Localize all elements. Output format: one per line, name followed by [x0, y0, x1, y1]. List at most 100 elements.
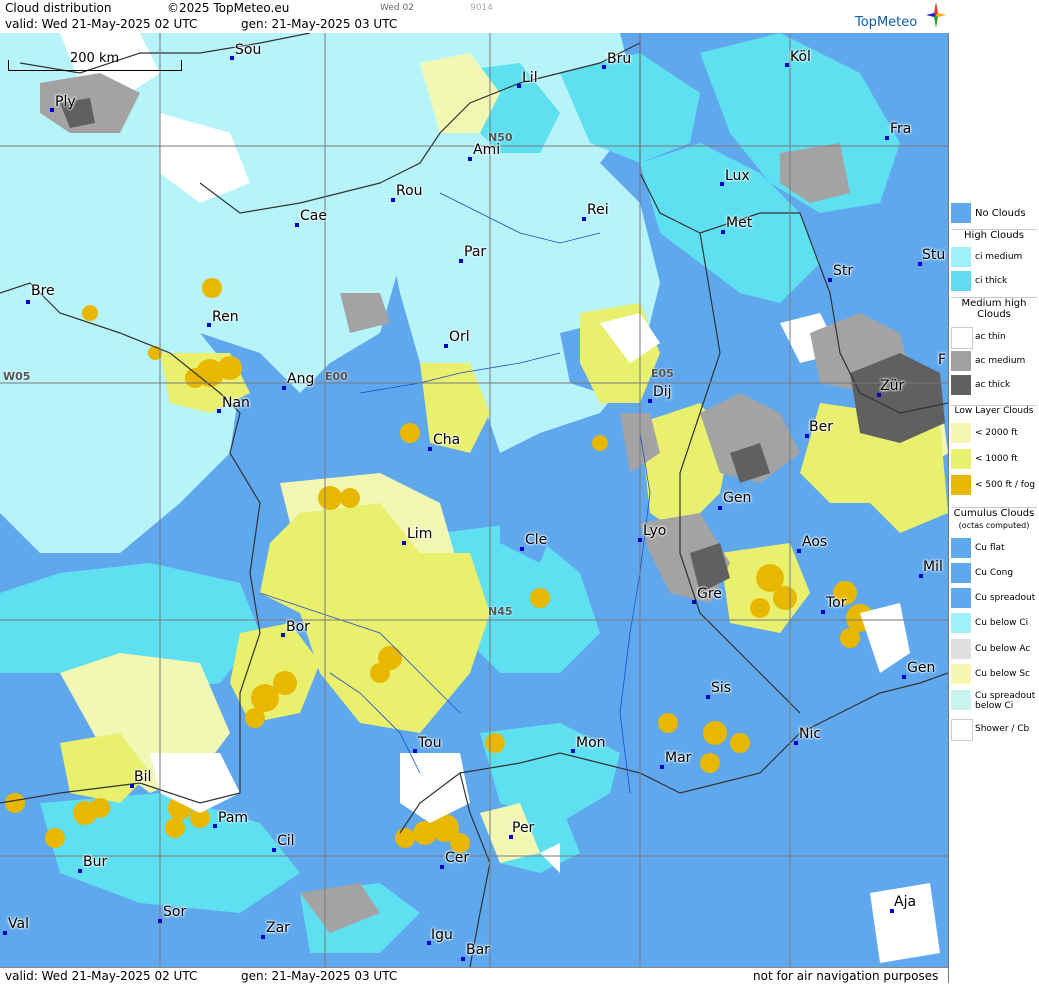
city-marker [720, 182, 724, 186]
legend-ac-medium: ac medium [951, 351, 1038, 373]
city-marker [468, 157, 472, 161]
legend-panel: No Clouds High Clouds ci medium ci thick… [948, 33, 1039, 983]
city-marker [602, 65, 606, 69]
legend-label: Cu below Ac [975, 644, 1031, 654]
legend-cu-spreadout: Cu spreadout [951, 588, 1038, 610]
city-bar[interactable]: Bar [466, 942, 490, 958]
cloud-map[interactable]: 200 km N50 N45 W05 E00 E05 Sou Ply Lil B… [0, 33, 948, 967]
city-bil[interactable]: Bil [134, 769, 151, 785]
legend-lt2000: < 2000 ft [951, 423, 1038, 445]
grid-label-n45: N45 [488, 605, 513, 618]
city-gen2[interactable]: Gen [907, 660, 935, 676]
swatch-cu-spread-below-ci [951, 690, 971, 710]
city-ren[interactable]: Ren [212, 309, 239, 325]
city-cae[interactable]: Cae [300, 208, 327, 224]
city-mil[interactable]: Mil [923, 559, 943, 575]
city-marker [459, 259, 463, 263]
city-f[interactable]: F [938, 352, 946, 368]
city-ang[interactable]: Ang [287, 371, 314, 387]
city-zur[interactable]: Zür [880, 378, 904, 394]
city-aja[interactable]: Aja [894, 894, 916, 910]
legend-no-clouds: No Clouds [951, 203, 1038, 225]
city-rei[interactable]: Rei [587, 202, 609, 218]
legend-label: Cu spreadout [975, 593, 1036, 603]
city-val[interactable]: Val [8, 916, 29, 932]
legend-shower-cb: Shower / Cb [951, 719, 1038, 741]
grid-label-e05: E05 [651, 367, 674, 380]
city-gre[interactable]: Gre [697, 586, 722, 602]
city-marker [444, 344, 448, 348]
city-marker [571, 749, 575, 753]
city-ami[interactable]: Ami [473, 142, 500, 158]
city-stu[interactable]: Stu [922, 247, 945, 263]
footer-valid-time: valid: Wed 21-May-2025 02 UTC [5, 969, 198, 983]
city-marker [391, 198, 395, 202]
legend-label: Shower / Cb [975, 724, 1030, 734]
city-igu[interactable]: Igu [431, 927, 453, 943]
city-nic[interactable]: Nic [799, 726, 821, 742]
city-marker [797, 549, 801, 553]
city-zar[interactable]: Zar [266, 920, 290, 936]
city-lyo[interactable]: Lyo [643, 523, 666, 539]
legend-section-cumulus: Cumulus Clouds [951, 507, 1037, 519]
city-marker [692, 600, 696, 604]
city-marker [413, 749, 417, 753]
city-lux[interactable]: Lux [725, 168, 750, 184]
city-marker [706, 695, 710, 699]
city-mon[interactable]: Mon [576, 735, 606, 751]
city-bru[interactable]: Bru [607, 51, 631, 67]
city-gen[interactable]: Gen [723, 490, 751, 506]
city-cer[interactable]: Cer [445, 850, 469, 866]
city-lim[interactable]: Lim [407, 526, 432, 542]
city-aos[interactable]: Aos [802, 534, 827, 550]
legend-ac-thin: ac thin [951, 327, 1038, 349]
legend-label: ac thin [975, 332, 1006, 342]
city-marker [158, 919, 162, 923]
city-pam[interactable]: Pam [218, 810, 248, 826]
swatch-lt1000 [951, 449, 971, 469]
city-ber[interactable]: Ber [809, 419, 833, 435]
legend-ci-medium: ci medium [951, 247, 1038, 269]
city-tou[interactable]: Tou [418, 735, 442, 751]
city-marker [230, 56, 234, 60]
city-sou[interactable]: Sou [235, 42, 261, 58]
city-ply[interactable]: Ply [55, 94, 76, 110]
city-bre[interactable]: Bre [31, 283, 55, 299]
disclaimer: not for air navigation purposes [753, 969, 939, 983]
city-cil[interactable]: Cil [277, 833, 295, 849]
city-bur[interactable]: Bur [83, 854, 107, 870]
city-cha[interactable]: Cha [433, 432, 460, 448]
city-par[interactable]: Par [464, 244, 486, 260]
swatch-cu-spreadout [951, 588, 971, 608]
city-kol[interactable]: Köl [790, 49, 811, 65]
legend-label: < 500 ft / fog [975, 480, 1036, 490]
scale-label: 200 km [70, 51, 120, 66]
legend-cu-flat: Cu flat [951, 538, 1038, 560]
legend-label: Cu spreadout below Ci [975, 691, 1036, 711]
swatch-ac-thick [951, 375, 971, 395]
city-str[interactable]: Str [833, 263, 853, 279]
city-cle[interactable]: Cle [525, 532, 547, 548]
swatch-ac-medium [951, 351, 971, 371]
city-mar[interactable]: Mar [665, 750, 691, 766]
city-per[interactable]: Per [512, 820, 534, 836]
cloud-map-canvas [0, 33, 948, 967]
city-lil[interactable]: Lil [522, 70, 538, 86]
legend-label: Cu flat [975, 543, 1005, 553]
city-orl[interactable]: Orl [449, 329, 470, 345]
city-met[interactable]: Met [726, 215, 752, 231]
city-sor[interactable]: Sor [163, 904, 186, 920]
city-nan[interactable]: Nan [222, 395, 250, 411]
city-dij[interactable]: Dij [653, 384, 672, 400]
city-marker [428, 447, 432, 451]
city-bor[interactable]: Bor [286, 619, 310, 635]
city-tor[interactable]: Tor [826, 595, 847, 611]
city-fra[interactable]: Fra [890, 121, 911, 137]
city-rou[interactable]: Rou [396, 183, 423, 199]
generated-time: gen: 21-May-2025 03 UTC [241, 17, 398, 31]
city-marker [281, 633, 285, 637]
city-marker [648, 399, 652, 403]
city-marker [440, 865, 444, 869]
city-marker [461, 957, 465, 961]
city-sis[interactable]: Sis [711, 680, 731, 696]
